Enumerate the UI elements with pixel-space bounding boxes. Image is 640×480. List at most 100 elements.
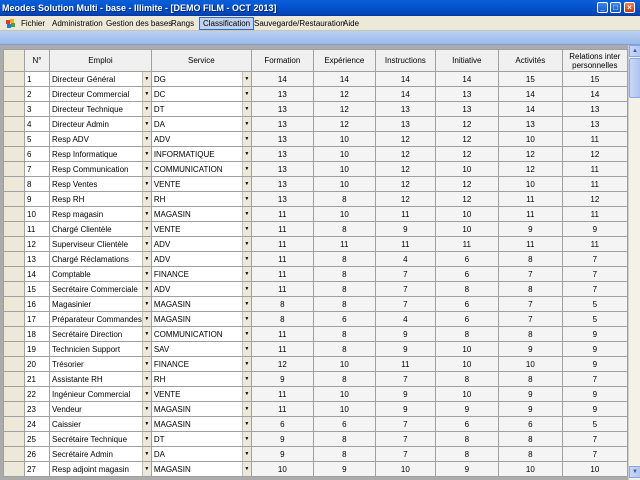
chevron-down-icon[interactable]: ▼	[141, 282, 151, 296]
cell-formation[interactable]: 11	[250, 341, 314, 357]
chevron-down-icon[interactable]: ▼	[141, 312, 151, 326]
cell-relations[interactable]: 11	[561, 236, 628, 252]
chevron-down-icon[interactable]: ▼	[241, 237, 251, 251]
cell-initiative[interactable]: 6	[434, 416, 499, 432]
cell-service-combo[interactable]: RH ▼	[150, 371, 252, 387]
row-selector[interactable]	[3, 266, 25, 282]
cell-experience[interactable]: 8	[312, 296, 376, 312]
chevron-down-icon[interactable]: ▼	[241, 327, 251, 341]
cell-activites[interactable]: 8	[497, 251, 563, 267]
cell-service-combo[interactable]: MAGASIN ▼	[150, 461, 252, 477]
chevron-down-icon[interactable]: ▼	[241, 402, 251, 416]
cell-activites[interactable]: 10	[497, 356, 563, 372]
table-row[interactable]: 15 Secrétaire Commerciale ▼ ADV ▼ 11 8 7 8 8 7	[3, 281, 628, 297]
cell-formation[interactable]: 12	[250, 356, 314, 372]
cell-instructions[interactable]: 12	[374, 191, 436, 207]
cell-emploi-combo[interactable]: Caissier ▼	[49, 416, 152, 432]
menu-item-aide[interactable]: Aide	[340, 17, 362, 30]
cell-service-combo[interactable]: MAGASIN ▼	[150, 416, 252, 432]
chevron-down-icon[interactable]: ▼	[241, 342, 251, 356]
chevron-down-icon[interactable]: ▼	[141, 357, 151, 371]
cell-initiative[interactable]: 6	[434, 251, 499, 267]
col-header-service[interactable]: Service	[150, 49, 252, 72]
cell-experience[interactable]: 10	[312, 386, 376, 402]
chevron-down-icon[interactable]: ▼	[241, 252, 251, 266]
chevron-down-icon[interactable]: ▼	[241, 207, 251, 221]
table-row[interactable]: 11 Chargé Clientèle ▼ VENTE ▼ 11 8 9 10 9 9	[3, 221, 628, 237]
cell-relations[interactable]: 11	[561, 176, 628, 192]
menu-item-sauvegarde-restauration[interactable]: Sauvegarde/Restauration	[251, 17, 348, 30]
cell-service-combo[interactable]: VENTE ▼	[150, 386, 252, 402]
chevron-down-icon[interactable]: ▼	[141, 132, 151, 146]
table-row[interactable]: 13 Chargé Réclamations ▼ ADV ▼ 11 8 4 6 8 7	[3, 251, 628, 267]
cell-experience[interactable]: 9	[312, 461, 376, 477]
cell-experience[interactable]: 12	[312, 86, 376, 102]
table-row[interactable]: 8 Resp Ventes ▼ VENTE ▼ 13 10 12 12 10 11	[3, 176, 628, 192]
cell-service-combo[interactable]: COMMUNICATION ▼	[150, 161, 252, 177]
cell-emploi-combo[interactable]: Resp ADV ▼	[49, 131, 152, 147]
cell-experience[interactable]: 10	[312, 146, 376, 162]
cell-initiative[interactable]: 8	[434, 431, 499, 447]
table-row[interactable]: 7 Resp Communication ▼ COMMUNICATION ▼ 13 10 12…	[3, 161, 628, 177]
chevron-down-icon[interactable]: ▼	[241, 462, 251, 476]
cell-emploi-combo[interactable]: Resp magasin ▼	[49, 206, 152, 222]
cell-service-combo[interactable]: MAGASIN ▼	[150, 401, 252, 417]
cell-emploi-combo[interactable]: Superviseur Clientèle ▼	[49, 236, 152, 252]
row-selector[interactable]	[3, 71, 25, 87]
cell-activites[interactable]: 7	[497, 296, 563, 312]
cell-initiative[interactable]: 12	[434, 191, 499, 207]
col-header-activites[interactable]: Activités	[497, 49, 563, 72]
chevron-down-icon[interactable]: ▼	[141, 117, 151, 131]
row-selector[interactable]	[3, 146, 25, 162]
cell-experience[interactable]: 14	[312, 71, 376, 87]
chevron-down-icon[interactable]: ▼	[141, 417, 151, 431]
chevron-down-icon[interactable]: ▼	[141, 162, 151, 176]
table-row[interactable]: 23 Vendeur ▼ MAGASIN ▼ 11 10 9 9 9 9	[3, 401, 628, 417]
table-row[interactable]: 14 Comptable ▼ FINANCE ▼ 11 8 7 6 7 7	[3, 266, 628, 282]
cell-initiative[interactable]: 8	[434, 446, 499, 462]
row-selector[interactable]	[3, 131, 25, 147]
row-selector[interactable]	[3, 431, 25, 447]
cell-activites[interactable]: 14	[497, 86, 563, 102]
cell-initiative[interactable]: 6	[434, 266, 499, 282]
chevron-down-icon[interactable]: ▼	[241, 222, 251, 236]
cell-formation[interactable]: 11	[250, 386, 314, 402]
row-selector[interactable]	[3, 446, 25, 462]
row-selector[interactable]	[3, 356, 25, 372]
cell-relations[interactable]: 9	[561, 326, 628, 342]
chevron-down-icon[interactable]: ▼	[141, 192, 151, 206]
cell-experience[interactable]: 8	[312, 251, 376, 267]
cell-instructions[interactable]: 14	[374, 71, 436, 87]
cell-formation[interactable]: 13	[250, 101, 314, 117]
cell-service-combo[interactable]: DG ▼	[150, 71, 252, 87]
chevron-down-icon[interactable]: ▼	[141, 297, 151, 311]
cell-relations[interactable]: 13	[561, 116, 628, 132]
cell-experience[interactable]: 12	[312, 116, 376, 132]
cell-service-combo[interactable]: VENTE ▼	[150, 176, 252, 192]
cell-emploi-combo[interactable]: Directeur Commercial ▼	[49, 86, 152, 102]
cell-relations[interactable]: 7	[561, 251, 628, 267]
cell-service-combo[interactable]: DC ▼	[150, 86, 252, 102]
cell-formation[interactable]: 13	[250, 176, 314, 192]
cell-experience[interactable]: 8	[312, 431, 376, 447]
row-selector[interactable]	[3, 461, 25, 477]
row-selector[interactable]	[3, 296, 25, 312]
cell-experience[interactable]: 10	[312, 161, 376, 177]
cell-service-combo[interactable]: SAV ▼	[150, 341, 252, 357]
cell-activites[interactable]: 8	[497, 281, 563, 297]
cell-formation[interactable]: 11	[250, 251, 314, 267]
cell-instructions[interactable]: 7	[374, 296, 436, 312]
cell-instructions[interactable]: 9	[374, 386, 436, 402]
cell-relations[interactable]: 11	[561, 131, 628, 147]
cell-instructions[interactable]: 9	[374, 221, 436, 237]
cell-formation[interactable]: 11	[250, 401, 314, 417]
menu-item-rangs[interactable]: Rangs	[168, 17, 197, 30]
cell-emploi-combo[interactable]: Chargé Réclamations ▼	[49, 251, 152, 267]
row-selector[interactable]	[3, 341, 25, 357]
cell-activites[interactable]: 15	[497, 71, 563, 87]
cell-relations[interactable]: 13	[561, 101, 628, 117]
cell-instructions[interactable]: 12	[374, 176, 436, 192]
table-row[interactable]: 12 Superviseur Clientèle ▼ ADV ▼ 11 11 11 11 11 11	[3, 236, 628, 252]
cell-initiative[interactable]: 12	[434, 146, 499, 162]
cell-initiative[interactable]: 12	[434, 116, 499, 132]
